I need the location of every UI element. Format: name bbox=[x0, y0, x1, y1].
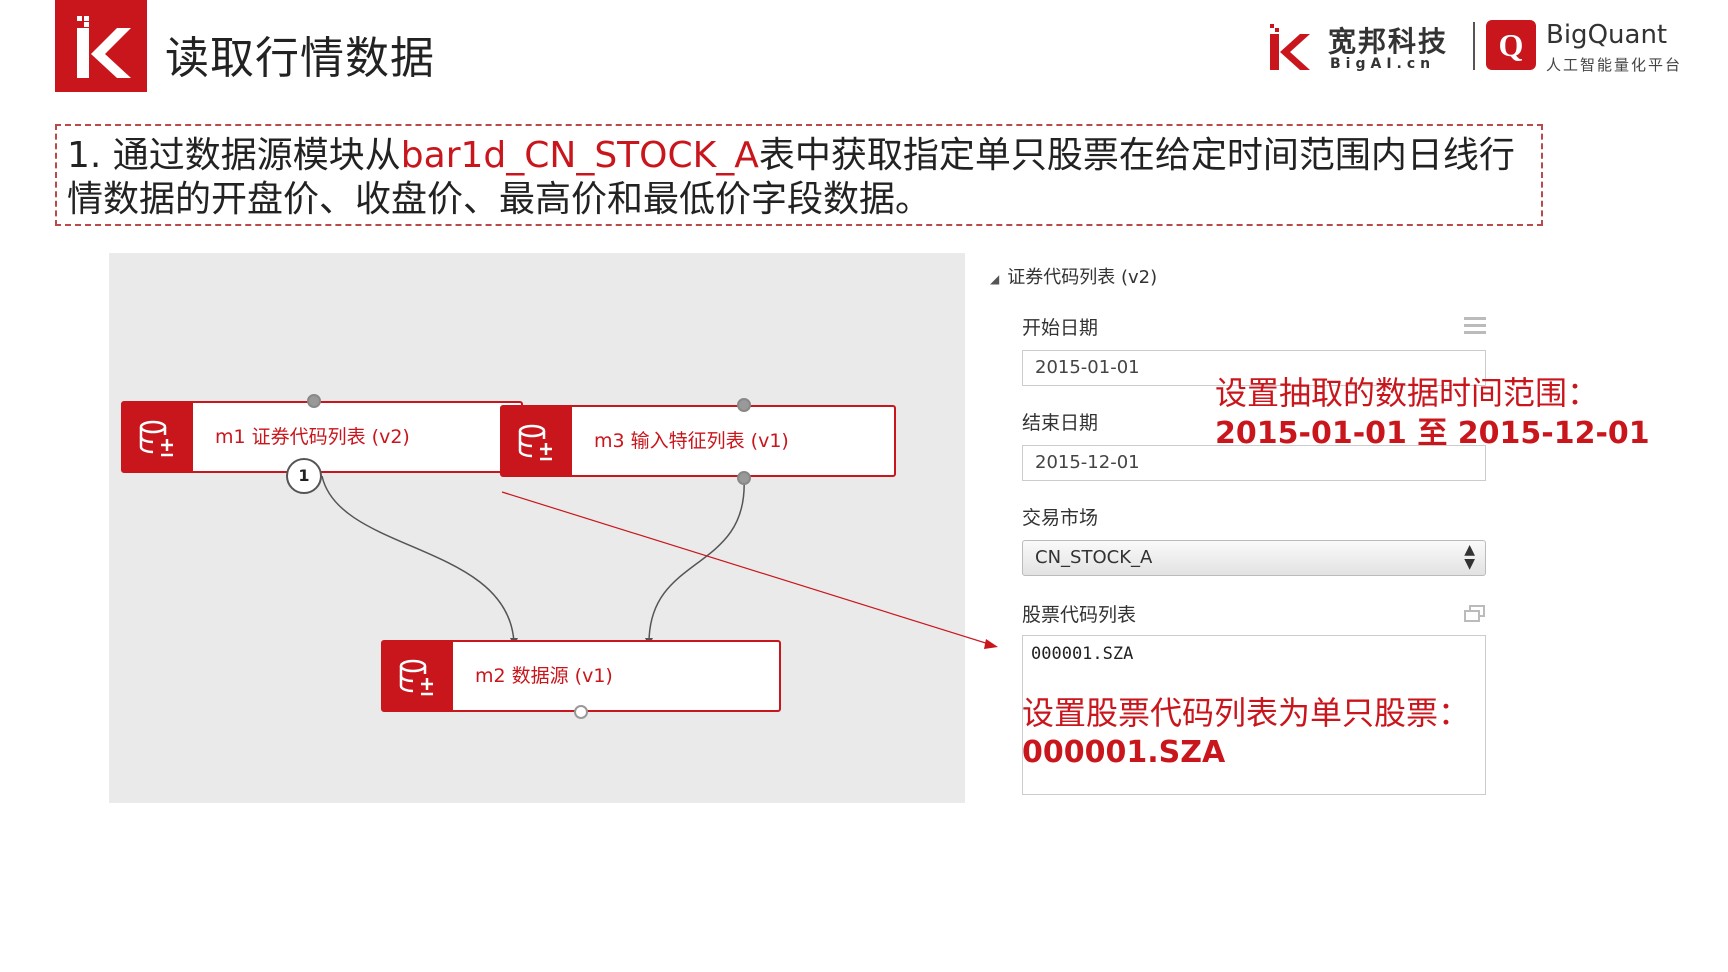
market-label: 交易市场 bbox=[1022, 507, 1099, 529]
brand-name: 宽邦科技 bbox=[1328, 25, 1449, 58]
brand-subtitle: BigAI.cn bbox=[1330, 56, 1436, 72]
instruments-label: 股票代码列表 bbox=[1022, 604, 1137, 626]
brand-k-icon bbox=[1270, 24, 1310, 70]
market-select-value: CN_STOCK_A bbox=[1035, 547, 1153, 568]
instruction-table-name: bar1d_CN_STOCK_A bbox=[400, 135, 759, 176]
panel-title: 证券代码列表 (v2) bbox=[1007, 267, 1158, 288]
database-add-icon bbox=[502, 407, 572, 475]
menu-icon[interactable] bbox=[1464, 317, 1486, 338]
node-m1[interactable]: m1 证券代码列表 (v2) bbox=[121, 401, 523, 473]
workflow-canvas[interactable]: m1 证券代码列表 (v2) 1 m3 输入特征列表 (v1) m2 数据源 (… bbox=[109, 253, 965, 803]
time-range-value-annotation: 2015-01-01 至 2015-12-01 bbox=[1215, 416, 1650, 451]
stock-annotation: 设置股票代码列表为单只股票： bbox=[1022, 694, 1471, 732]
database-add-icon bbox=[383, 642, 453, 710]
select-arrows-icon: ▲ ▼ bbox=[1464, 542, 1475, 572]
k-logo-icon bbox=[77, 16, 131, 78]
instruction-prefix: 1. 通过数据源模块从 bbox=[67, 135, 401, 176]
bigquant-logo-icon: Q bbox=[1486, 20, 1536, 70]
node-m3-label: m3 输入特征列表 (v1) bbox=[594, 430, 789, 452]
popout-icon[interactable] bbox=[1464, 605, 1486, 623]
panel-header[interactable]: ◢ 证券代码列表 (v2) bbox=[990, 263, 1157, 289]
node-m1-input-port[interactable] bbox=[307, 394, 321, 408]
node-m1-output-port[interactable]: 1 bbox=[286, 458, 322, 494]
database-add-icon bbox=[123, 403, 193, 471]
page-title: 读取行情数据 bbox=[165, 33, 435, 84]
collapse-triangle-icon[interactable]: ◢ bbox=[990, 272, 999, 286]
start-date-label: 开始日期 bbox=[1022, 317, 1099, 339]
time-range-annotation: 设置抽取的数据时间范围： bbox=[1215, 374, 1600, 412]
brand-area: 宽邦科技 BigAI.cn Q BigQuant 人工智能量化平台 bbox=[1268, 16, 1728, 78]
product-name: BigQuant bbox=[1546, 20, 1668, 50]
node-m3-input-port[interactable] bbox=[737, 398, 751, 412]
brand-divider bbox=[1473, 22, 1475, 70]
connection-wires bbox=[321, 475, 745, 646]
node-m3-output-port[interactable] bbox=[737, 471, 751, 485]
node-m2-output-port[interactable] bbox=[574, 705, 588, 719]
market-select[interactable]: CN_STOCK_A ▲ ▼ bbox=[1022, 540, 1486, 576]
stock-value-annotation: 000001.SZA bbox=[1022, 735, 1226, 770]
node-m2[interactable]: m2 数据源 (v1) bbox=[381, 640, 781, 712]
instruction-box: 1. 通过数据源模块从bar1d_CN_STOCK_A表中获取指定单只股票在给定… bbox=[55, 124, 1543, 226]
end-date-label: 结束日期 bbox=[1022, 412, 1099, 434]
node-m2-label: m2 数据源 (v1) bbox=[475, 665, 613, 687]
node-m3[interactable]: m3 输入特征列表 (v1) bbox=[500, 405, 896, 477]
company-logo bbox=[55, 0, 147, 92]
product-subtitle: 人工智能量化平台 bbox=[1546, 56, 1683, 74]
